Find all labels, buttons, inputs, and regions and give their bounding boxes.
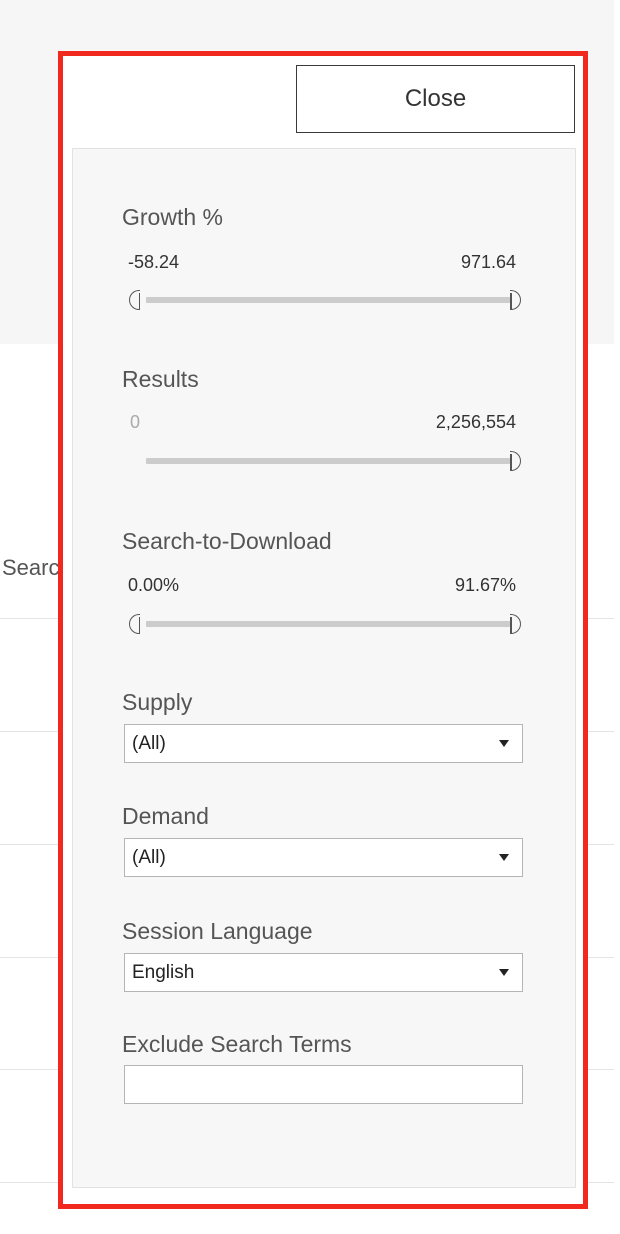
screen: Search Close Growth % -58.24 971.64 Resu… — [0, 0, 620, 1234]
close-button[interactable]: Close — [296, 65, 575, 133]
supply-selected-value: (All) — [132, 733, 166, 754]
session-language-filter-title: Session Language — [122, 918, 313, 944]
supply-dropdown[interactable]: (All) — [124, 724, 523, 763]
demand-filter-title: Demand — [122, 803, 209, 829]
session-language-selected-value: English — [132, 962, 195, 983]
search-to-download-slider-track[interactable] — [146, 621, 510, 627]
exclude-search-terms-filter-title: Exclude Search Terms — [122, 1031, 352, 1057]
results-slider-track[interactable] — [146, 458, 510, 464]
supply-filter-title: Supply — [122, 689, 193, 715]
results-filter-title: Results — [122, 366, 199, 392]
chevron-down-icon — [499, 854, 509, 861]
chevron-down-icon — [499, 740, 509, 747]
demand-dropdown[interactable]: (All) — [124, 838, 523, 877]
exclude-search-terms-input[interactable] — [124, 1065, 523, 1104]
search-to-download-max-value: 91.67% — [454, 575, 516, 595]
growth-max-value: 971.64 — [460, 252, 516, 272]
growth-filter-title: Growth % — [122, 204, 223, 230]
growth-slider-track[interactable] — [146, 297, 510, 303]
demand-selected-value: (All) — [132, 847, 166, 868]
session-language-dropdown[interactable]: English — [124, 953, 523, 992]
search-to-download-min-value: 0.00% — [128, 575, 180, 595]
chevron-down-icon — [499, 969, 509, 976]
results-min-value: 0 — [130, 412, 141, 432]
search-to-download-filter-title: Search-to-Download — [122, 528, 332, 554]
growth-min-value: -58.24 — [128, 252, 180, 272]
results-max-value: 2,256,554 — [435, 412, 516, 432]
